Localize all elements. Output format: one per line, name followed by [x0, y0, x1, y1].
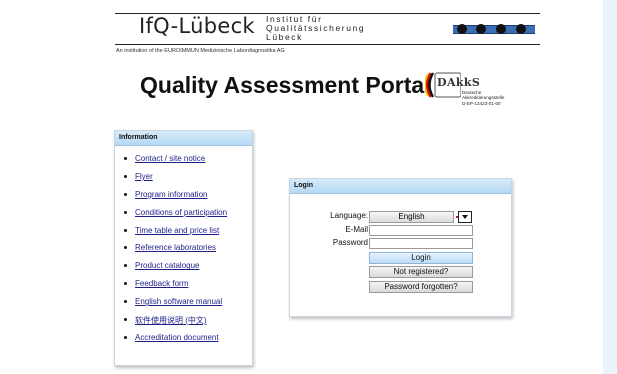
logo-dot: [496, 24, 506, 34]
bullet-icon: [124, 264, 127, 268]
password-field[interactable]: [369, 238, 473, 249]
list-item: Reference laboratories: [115, 243, 227, 261]
list-item: Feedback form: [115, 279, 227, 297]
list-item: 软件使用说明 (中文): [115, 315, 227, 333]
institution-text: An institution of the EUROIMMUN Medizini…: [116, 48, 285, 54]
list-item: Product catalogue: [115, 261, 227, 279]
email-label: E-Mail: [345, 225, 368, 234]
ifq-logo-text: IfQ-Lübeck: [139, 14, 255, 38]
login-panel: Login Language: English E-Mail Password …: [289, 178, 512, 317]
flyer-link[interactable]: Flyer: [135, 172, 153, 181]
password-label: Password: [332, 238, 368, 247]
language-label: Language:: [330, 211, 368, 220]
bullet-icon: [124, 318, 127, 322]
accreditation-document-link[interactable]: Accreditation document: [135, 333, 219, 342]
product-catalogue-link[interactable]: Product catalogue: [135, 261, 200, 270]
information-link-list: Contact / site notice Flyer Program info…: [115, 154, 227, 351]
logo-dots-bar: [453, 24, 535, 34]
list-item: Conditions of participation: [115, 208, 227, 226]
reference-laboratories-link[interactable]: Reference laboratories: [135, 243, 216, 252]
bullet-icon: [124, 335, 127, 339]
email-field[interactable]: [369, 225, 473, 236]
list-item: Program information: [115, 190, 227, 208]
page: IfQ-Lübeck Institut für Qualitätssicheru…: [0, 0, 603, 374]
login-panel-title: Login: [290, 179, 511, 194]
dakks-logo-text: DAkkS: [437, 76, 481, 89]
list-item: Accreditation document: [115, 333, 227, 351]
bullet-icon: [124, 228, 127, 232]
register-button[interactable]: Not registered?: [369, 266, 473, 278]
information-panel: Information Contact / site notice Flyer …: [114, 130, 253, 366]
language-value: English: [398, 212, 425, 221]
forgot-password-button[interactable]: Password forgotten?: [369, 281, 473, 293]
login-button[interactable]: Login: [369, 252, 473, 264]
logo-dot: [516, 24, 526, 34]
dakks-caption: Deutsche Akkreditierungsstelle D-EP-1342…: [462, 90, 504, 106]
bullet-icon: [124, 210, 127, 214]
language-row: Language: English: [290, 211, 511, 223]
ifq-logo-subtitle: Institut für Qualitätssicherung Lübeck: [266, 15, 365, 42]
bullet-icon: [124, 300, 127, 304]
list-item: Time table and price list: [115, 226, 227, 244]
logo-subtitle-line: Lübeck: [266, 32, 304, 42]
information-panel-title: Information: [115, 131, 252, 146]
list-item: English software manual: [115, 297, 227, 315]
chevron-down-icon: [462, 215, 468, 219]
email-row: E-Mail: [290, 225, 511, 236]
timetable-price-link[interactable]: Time table and price list: [135, 226, 219, 235]
english-manual-link[interactable]: English software manual: [135, 297, 222, 306]
language-dropdown-button[interactable]: [458, 211, 472, 223]
list-item: Flyer: [115, 172, 227, 190]
bullet-icon: [124, 282, 127, 286]
bullet-icon: [124, 246, 127, 250]
logo-dot: [457, 24, 467, 34]
bullet-icon: [124, 174, 127, 178]
logo-dot: [476, 24, 486, 34]
password-row: Password: [290, 238, 511, 249]
conditions-link[interactable]: Conditions of participation: [135, 208, 227, 217]
contact-link[interactable]: Contact / site notice: [135, 154, 205, 163]
bullet-icon: [124, 192, 127, 196]
header-bottom-rule: [115, 44, 540, 45]
bullet-icon: [124, 157, 127, 160]
language-select[interactable]: English: [369, 211, 466, 223]
dakks-caption-line: D-EP-13423-01-00: [462, 100, 501, 106]
page-title: Quality Assessment Portal: [140, 72, 431, 98]
chinese-manual-link[interactable]: 软件使用说明 (中文): [135, 316, 207, 325]
list-item: Contact / site notice: [115, 154, 227, 172]
feedback-form-link[interactable]: Feedback form: [135, 279, 188, 288]
program-information-link[interactable]: Program information: [135, 190, 207, 199]
